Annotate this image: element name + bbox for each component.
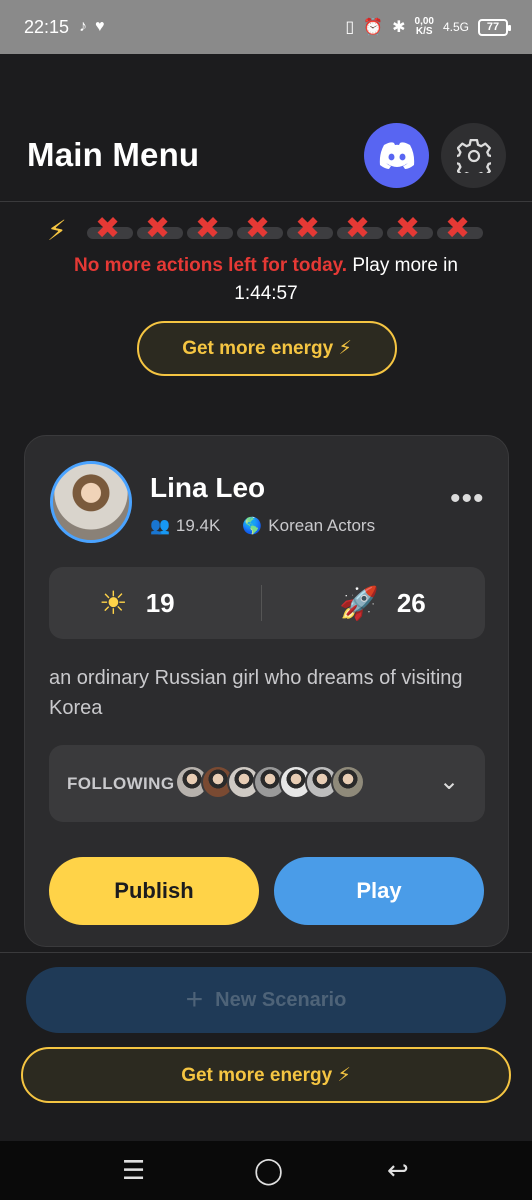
status-right-icons: ▯ ⏰ ✱ 0,00 K/S 4.5G 77 [345, 16, 511, 37]
close-icon: ✖ [245, 211, 271, 245]
vibrate-icon: ▯ [345, 19, 355, 36]
character-description: an ordinary Russian girl who dreams of v… [49, 667, 463, 719]
menu-icon[interactable]: ☰ [122, 1155, 145, 1185]
bottom-get-more-energy-button[interactable]: Get more energy ⚡ [21, 1047, 511, 1103]
followers-icon: 👥 [150, 518, 170, 535]
character-name: Lina Leo [150, 472, 266, 503]
signal-icon: 4.5G [442, 20, 469, 34]
stat-rocket: 🚀 26 [339, 567, 426, 639]
discord-button[interactable] [364, 123, 429, 188]
close-icon: ✖ [395, 211, 421, 245]
character-category[interactable]: Korean Actors [268, 516, 375, 536]
avatar[interactable] [50, 461, 132, 543]
gear-icon [456, 138, 491, 173]
followers-count: 19.4K [175, 516, 221, 535]
following-label: FOLLOWING [67, 774, 175, 793]
close-icon: ✖ [345, 211, 371, 245]
energy-message: No more actions left for today. Play mor… [60, 252, 472, 308]
status-notification-icons: ♪ ♥ [79, 18, 105, 36]
globe-icon: 🌎 [242, 518, 263, 535]
chevron-down-icon[interactable]: ⌄ [439, 767, 459, 796]
sun-icon: ☀ [99, 585, 128, 621]
get-more-energy-button[interactable]: Get more energy ⚡ [137, 321, 397, 376]
publish-button[interactable]: Publish [49, 857, 259, 925]
new-scenario-label: New Scenario [215, 988, 347, 1011]
energy-slot-empty: ✖ [337, 213, 383, 243]
header: Main Menu [0, 110, 532, 202]
system-nav-bar: ☰ ◯ ↩ [0, 1141, 532, 1200]
page-title: Main Menu [27, 136, 200, 173]
energy-slot-empty: ✖ [437, 213, 483, 243]
discord-icon [379, 141, 414, 169]
battery-icon: 77 [478, 18, 511, 36]
status-time: 22:15 [24, 16, 70, 37]
energy-meter: ⚡ ✖ ✖ ✖ ✖ ✖ ✖ ✖ ✖ [47, 213, 483, 247]
rocket-icon: 🚀 [339, 585, 379, 621]
back-icon[interactable]: ↩ [387, 1155, 409, 1185]
energy-slot-empty: ✖ [137, 213, 183, 243]
stat-rocket-value: 26 [396, 587, 426, 618]
energy-slot-empty: ✖ [187, 213, 233, 243]
divider [0, 952, 532, 953]
bluetooth-icon: ✱ [392, 19, 406, 36]
new-scenario-button[interactable]: + New Scenario [26, 967, 506, 1033]
stat-sun-value: 19 [145, 587, 175, 618]
heart-icon: ♥ [95, 18, 105, 35]
close-icon: ✖ [195, 211, 221, 245]
character-stats: ☀ 19 🚀 26 [49, 567, 485, 639]
alarm-icon: ⏰ [363, 19, 384, 36]
character-card: Lina Leo 👥 19.4K 🌎 Korean Actors ••• ☀ 1… [24, 435, 509, 947]
energy-warning: No more actions left for today. [74, 255, 348, 276]
more-options-button[interactable]: ••• [450, 484, 485, 514]
plus-icon: + [185, 983, 204, 1016]
close-icon: ✖ [145, 211, 171, 245]
play-button[interactable]: Play [274, 857, 484, 925]
following-panel[interactable]: FOLLOWING ⌄ [49, 745, 485, 822]
energy-slots: ✖ ✖ ✖ ✖ ✖ ✖ ✖ ✖ [87, 213, 483, 243]
close-icon: ✖ [95, 211, 121, 245]
following-avatar[interactable] [331, 765, 365, 799]
energy-slot-empty: ✖ [87, 213, 133, 243]
close-icon: ✖ [295, 211, 321, 245]
character-meta: 👥 19.4K 🌎 Korean Actors [150, 516, 375, 536]
stat-divider [261, 585, 262, 621]
home-icon[interactable]: ◯ [254, 1155, 283, 1185]
energy-slot-empty: ✖ [237, 213, 283, 243]
status-bar: 22:15 ♪ ♥ ▯ ⏰ ✱ 0,00 K/S 4.5G 77 [0, 0, 532, 54]
net-speed: 0,00 K/S [414, 16, 434, 37]
energy-slot-empty: ✖ [287, 213, 333, 243]
lightning-icon: ⚡ [47, 215, 67, 246]
tiktok-icon: ♪ [79, 18, 88, 35]
stat-sun: ☀ 19 [99, 567, 175, 639]
energy-slot-empty: ✖ [387, 213, 433, 243]
settings-button[interactable] [441, 123, 506, 188]
close-icon: ✖ [445, 211, 471, 245]
